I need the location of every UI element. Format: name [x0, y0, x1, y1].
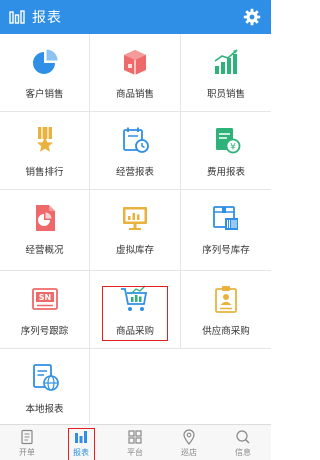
monitor-chart-icon — [123, 207, 147, 230]
tab-store-patrol[interactable]: 巡店 — [162, 425, 216, 460]
tab-billing[interactable]: 开单 — [0, 425, 54, 460]
package-barcode-icon — [213, 206, 238, 230]
grid-item-sales-ranking[interactable]: 销售排行 — [0, 112, 89, 189]
location-pin-icon — [183, 429, 195, 445]
grid-item-local-report[interactable]: 本地报表 — [0, 349, 89, 424]
tab-label: 信息 — [235, 448, 251, 457]
grid-item-label: 序列号跟踪 — [20, 326, 69, 337]
svg-text:¥: ¥ — [230, 143, 236, 153]
box-icon — [124, 50, 146, 75]
grid-item-label: 本地报表 — [25, 404, 64, 415]
svg-text:SN: SN — [38, 293, 50, 302]
grid-item-label: 商品销售 — [115, 89, 154, 100]
grid-item-customer-sales[interactable]: 客户销售 — [0, 34, 89, 111]
gear-icon[interactable] — [243, 8, 261, 26]
globe-doc-icon — [32, 364, 59, 391]
grid-item-label: 供应商采购 — [202, 326, 250, 337]
bottom-tab-bar: 开单 报表 平台 巡店 信息 — [0, 424, 271, 460]
tab-label: 平台 — [127, 448, 143, 457]
grid-item-staff-sales[interactable]: 职员销售 — [181, 34, 271, 111]
grid-item-label: 序列号库存 — [202, 245, 250, 256]
grid-item-expense-report[interactable]: ¥ 费用报表 — [181, 112, 271, 189]
grid-icon — [128, 430, 142, 444]
highlight-box-reports-tab — [68, 428, 95, 460]
tab-platform[interactable]: 平台 — [108, 425, 162, 460]
highlight-box-product-purchase — [102, 286, 168, 341]
medal-star-icon — [36, 127, 53, 152]
sn-tag-icon: SN — [31, 288, 58, 310]
bar-growth-icon — [214, 49, 238, 74]
app-header: 报表 — [0, 0, 271, 34]
money-doc-icon: ¥ — [216, 128, 241, 154]
grid-item-label: 销售排行 — [25, 167, 64, 178]
grid-item-serial-tracking[interactable]: SN 序列号跟踪 — [0, 271, 89, 348]
report-grid: 客户销售 商品销售 职员销售 销售排行 经营报表 ¥ 费用报表 经营概况 虚拟库… — [0, 34, 271, 424]
pie-chart-icon — [32, 49, 57, 74]
tab-messages[interactable]: 信息 — [216, 425, 270, 460]
grid-item-serial-inventory[interactable]: 序列号库存 — [181, 190, 271, 270]
grid-item-label: 职员销售 — [206, 89, 245, 100]
supplier-badge-icon — [215, 286, 237, 313]
grid-item-label: 经营概况 — [25, 245, 64, 256]
grid-item-label: 虚拟库存 — [115, 245, 154, 256]
tab-label: 巡店 — [181, 448, 197, 457]
pie-doc-icon — [35, 205, 55, 231]
document-icon — [21, 429, 33, 445]
grid-item-label: 费用报表 — [206, 167, 245, 178]
report-bars-icon — [8, 9, 26, 25]
grid-item-label: 客户销售 — [25, 89, 64, 100]
grid-item-product-sales[interactable]: 商品销售 — [90, 34, 180, 111]
grid-item-business-overview[interactable]: 经营概况 — [0, 190, 89, 270]
calendar-clock-icon — [123, 127, 149, 153]
grid-item-operations-report[interactable]: 经营报表 — [90, 112, 180, 189]
tab-label: 开单 — [19, 448, 35, 457]
grid-item-virtual-inventory[interactable]: 虚拟库存 — [90, 190, 180, 270]
grid-item-supplier-purchase[interactable]: 供应商采购 — [181, 271, 271, 348]
chat-search-icon — [236, 430, 250, 444]
grid-empty-cell — [90, 349, 271, 424]
grid-item-label: 经营报表 — [115, 167, 154, 178]
page-title: 报表 — [32, 10, 62, 26]
